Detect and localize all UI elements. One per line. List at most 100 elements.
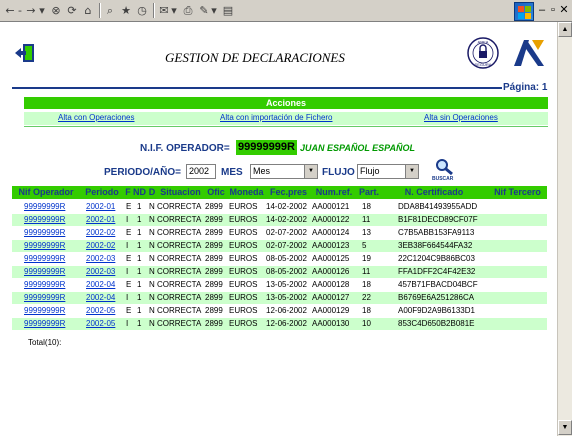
- scroll-up-icon[interactable]: ▲: [558, 22, 572, 37]
- nd-cell: 1: [137, 241, 142, 250]
- flujo-cell: I: [126, 267, 129, 276]
- close-icon[interactable]: ✕: [558, 3, 570, 17]
- mes-select-value: Mes: [253, 166, 271, 176]
- periodo-link[interactable]: 2002-03: [86, 253, 115, 265]
- vertical-scrollbar[interactable]: ▲ ▼: [557, 22, 572, 436]
- mail-icon[interactable]: ✉: [158, 3, 170, 18]
- nd-cell: 1: [137, 215, 142, 224]
- alta-con-operaciones-link[interactable]: Alta con Operaciones: [58, 113, 135, 122]
- edit-dropdown-icon[interactable]: ▾: [210, 3, 218, 18]
- back-arrow-icon[interactable]: ←: [4, 3, 16, 18]
- fecha-presentacion-cell: 12-06-2002: [266, 319, 307, 328]
- partidas-cell: 18: [362, 280, 371, 289]
- table-row: 99999999R 2002-05 E 1 N CORRECTA 2899 EUROS 12-0…: [12, 305, 547, 317]
- column-header: ND: [133, 187, 146, 197]
- table-row: 99999999R 2002-02 E 1 N CORRECTA 2899 EUROS 02-0…: [12, 227, 547, 239]
- favorites-icon[interactable]: ★: [120, 3, 132, 18]
- flujo-cell: I: [126, 319, 129, 328]
- chevron-down-icon[interactable]: ▼: [304, 165, 317, 178]
- nif-operador-link[interactable]: 99999999R: [24, 214, 65, 226]
- oficina-cell: 2899: [205, 202, 223, 211]
- nd-cell: 1: [137, 293, 142, 302]
- moneda-cell: EUROS: [229, 267, 258, 276]
- mes-label: MES: [221, 167, 243, 178]
- d-cell: N: [149, 293, 155, 302]
- table-row: 99999999R 2002-02 I 1 N CORRECTA 2899 EUROS 02-0…: [12, 240, 547, 252]
- certificado-cell: 22C1204C9B86BC03: [398, 254, 475, 263]
- fecha-presentacion-cell: 13-05-2002: [266, 293, 307, 302]
- nif-operador-link[interactable]: 99999999R: [24, 305, 65, 317]
- alta-importacion-fichero-link[interactable]: Alta con importación de Fichero: [220, 113, 333, 122]
- buscar-label[interactable]: BUSCAR: [432, 176, 453, 182]
- num-ref-cell: AA000122: [312, 215, 350, 224]
- history-dropdown-icon[interactable]: ▾: [38, 3, 46, 18]
- nd-cell: 1: [137, 254, 142, 263]
- search-magnifier-icon[interactable]: [434, 158, 454, 176]
- periodo-label: PERIODO/AÑO=: [104, 167, 181, 178]
- certificado-cell: DDA8B41493955ADD: [398, 202, 478, 211]
- periodo-link[interactable]: 2002-01: [86, 214, 115, 226]
- exit-door-icon[interactable]: [14, 42, 36, 64]
- column-header: Periodo: [85, 187, 119, 197]
- oficina-cell: 2899: [205, 306, 223, 315]
- nif-operador-link[interactable]: 99999999R: [24, 253, 65, 265]
- partidas-cell: 22: [362, 293, 371, 302]
- mes-select[interactable]: Mes ▼: [250, 164, 318, 179]
- fecha-presentacion-cell: 14-02-2002: [266, 215, 307, 224]
- home-icon[interactable]: ⌂: [82, 3, 94, 18]
- periodo-link[interactable]: 2002-05: [86, 305, 115, 317]
- nif-operador-link[interactable]: 99999999R: [24, 292, 65, 304]
- refresh-icon[interactable]: ⟳: [66, 3, 78, 18]
- year-input[interactable]: 2002: [186, 164, 216, 179]
- certificado-cell: C7B5ABB153FA9113: [398, 228, 475, 237]
- nif-operador-link[interactable]: 99999999R: [24, 201, 65, 213]
- nif-operador-link[interactable]: 99999999R: [24, 279, 65, 291]
- nif-operador-link[interactable]: 99999999R: [24, 266, 65, 278]
- print-icon[interactable]: ⎙: [182, 3, 194, 18]
- column-header: Nif Operador: [18, 187, 74, 197]
- fecha-presentacion-cell: 02-07-2002: [266, 228, 307, 237]
- scroll-down-icon[interactable]: ▼: [558, 420, 572, 435]
- oficina-cell: 2899: [205, 280, 223, 289]
- fecha-presentacion-cell: 14-02-2002: [266, 202, 307, 211]
- table-row: 99999999R 2002-03 E 1 N CORRECTA 2899 EUROS 08-0…: [12, 253, 547, 265]
- nif-operador-link[interactable]: 99999999R: [24, 227, 65, 239]
- moneda-cell: EUROS: [229, 241, 258, 250]
- periodo-link[interactable]: 2002-02: [86, 240, 115, 252]
- nif-operador-link[interactable]: 99999999R: [24, 240, 65, 252]
- periodo-link[interactable]: 2002-03: [86, 266, 115, 278]
- partidas-cell: 11: [362, 267, 371, 276]
- partidas-cell: 11: [362, 215, 371, 224]
- moneda-cell: EUROS: [229, 202, 258, 211]
- forward-arrow-icon[interactable]: →: [25, 3, 37, 18]
- periodo-link[interactable]: 2002-02: [86, 227, 115, 239]
- table-row: 99999999R 2002-01 I 1 N CORRECTA 2899 EUROS 14-0…: [12, 214, 547, 226]
- periodo-link[interactable]: 2002-05: [86, 318, 115, 330]
- toolbar-separator: [153, 3, 155, 18]
- nd-cell: 1: [137, 306, 142, 315]
- flujo-select[interactable]: Flujo ▼: [357, 164, 419, 179]
- stop-icon[interactable]: ⊗: [50, 3, 62, 18]
- discuss-icon[interactable]: ▤: [222, 3, 234, 18]
- nd-cell: 1: [137, 267, 142, 276]
- mail-dropdown-icon[interactable]: ▾: [170, 3, 178, 18]
- table-row: 99999999R 2002-04 E 1 N CORRECTA 2899 EUROS 13-0…: [12, 279, 547, 291]
- flujo-cell: I: [126, 241, 129, 250]
- situacion-cell: CORRECTA: [157, 241, 202, 250]
- history-icon[interactable]: ◷: [136, 3, 148, 18]
- chevron-down-icon[interactable]: ▼: [405, 165, 418, 178]
- column-header: Situacion: [160, 187, 201, 197]
- column-header: Fec.pres: [269, 187, 308, 197]
- situacion-cell: CORRECTA: [157, 267, 202, 276]
- column-header: N. Certificado: [404, 187, 464, 197]
- search-icon[interactable]: ⌕: [104, 3, 116, 18]
- nd-cell: 1: [137, 228, 142, 237]
- periodo-link[interactable]: 2002-01: [86, 201, 115, 213]
- oficina-cell: 2899: [205, 254, 223, 263]
- periodo-link[interactable]: 2002-04: [86, 279, 115, 291]
- periodo-link[interactable]: 2002-04: [86, 292, 115, 304]
- nif-operador-link[interactable]: 99999999R: [24, 318, 65, 330]
- edit-icon[interactable]: ✎: [198, 3, 210, 18]
- column-header: Ofic: [207, 187, 225, 197]
- alta-sin-operaciones-link[interactable]: Alta sin Operaciones: [424, 113, 498, 122]
